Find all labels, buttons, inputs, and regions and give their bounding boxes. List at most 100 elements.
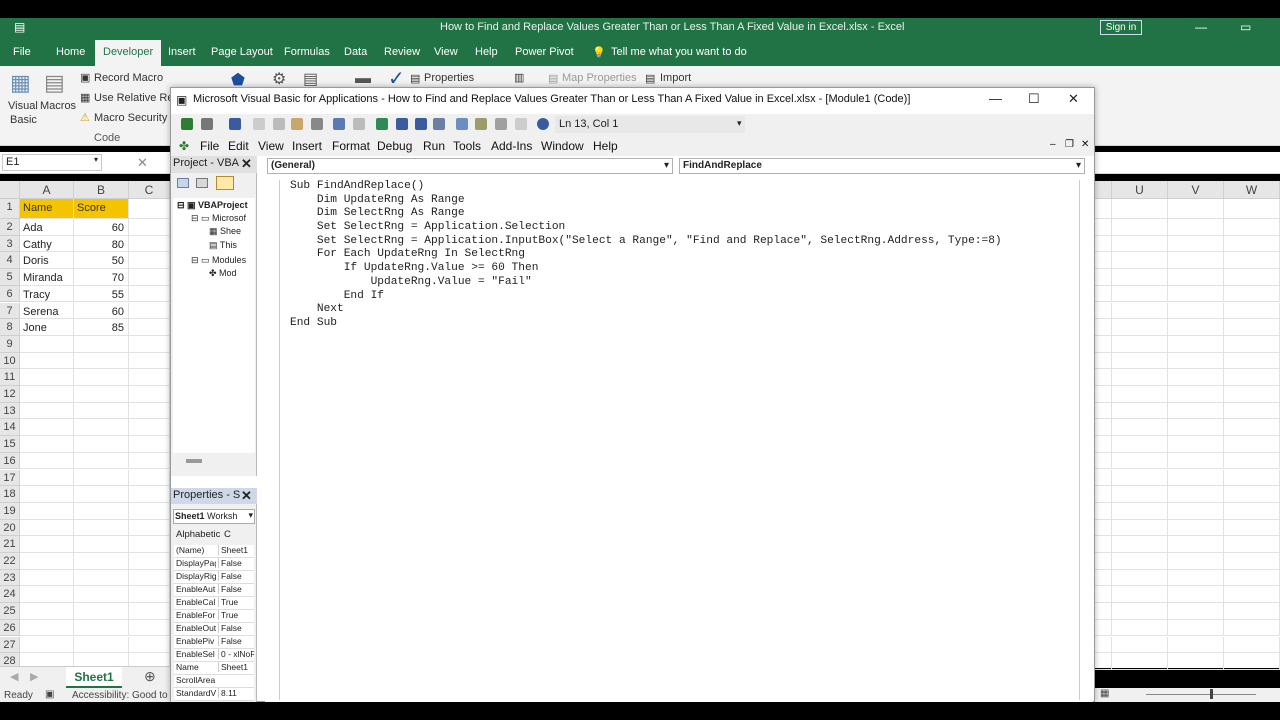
cell-b2[interactable]: 60 bbox=[74, 219, 129, 236]
tree-item-microsoft-objects[interactable]: ⊟ ▭ Microsof bbox=[191, 213, 246, 224]
cell-c12[interactable] bbox=[129, 386, 170, 403]
grid-cell[interactable] bbox=[1224, 519, 1280, 537]
property-value[interactable]: False bbox=[218, 623, 254, 633]
row-header[interactable]: 4 bbox=[0, 252, 20, 270]
cell-a18[interactable] bbox=[20, 486, 74, 503]
cell-a24[interactable] bbox=[20, 586, 74, 604]
grid-cell[interactable] bbox=[1094, 352, 1112, 370]
status-accessibility[interactable]: Accessibility: Good to bbox=[72, 690, 168, 701]
grid-cell[interactable] bbox=[1224, 569, 1280, 587]
cell-a10[interactable] bbox=[20, 352, 74, 370]
tab-page-layout[interactable]: Page Layout bbox=[211, 46, 273, 58]
row-header[interactable]: 27 bbox=[0, 636, 20, 654]
grid-cell[interactable] bbox=[1094, 452, 1112, 470]
cell-a27[interactable] bbox=[20, 636, 74, 654]
grid-cell[interactable] bbox=[1094, 302, 1112, 320]
grid-cell[interactable] bbox=[1094, 502, 1112, 520]
maximize-icon[interactable]: ☐ bbox=[1028, 91, 1040, 107]
grid-cell[interactable] bbox=[1224, 285, 1280, 303]
grid-cell[interactable] bbox=[1224, 269, 1280, 286]
grid-cell[interactable] bbox=[1094, 269, 1112, 286]
grid-cell[interactable] bbox=[1168, 619, 1224, 637]
column-header-b[interactable]: B bbox=[74, 181, 129, 199]
toolbox-icon[interactable] bbox=[515, 118, 527, 130]
chevron-down-icon[interactable]: ▾ bbox=[94, 155, 98, 164]
grid-cell[interactable] bbox=[1094, 386, 1112, 403]
cell-a1[interactable]: Name bbox=[20, 199, 74, 219]
save-icon[interactable] bbox=[229, 118, 241, 130]
grid-cell[interactable] bbox=[1112, 502, 1168, 520]
cell-b22[interactable] bbox=[74, 553, 129, 570]
grid-cell[interactable] bbox=[1112, 586, 1168, 604]
cell-b27[interactable] bbox=[74, 636, 129, 654]
grid-cell[interactable] bbox=[1168, 636, 1224, 654]
row-header[interactable]: 25 bbox=[0, 603, 20, 620]
tell-me-search[interactable]: Tell me what you want to do bbox=[611, 46, 747, 58]
cell-b18[interactable] bbox=[74, 486, 129, 503]
cell-b7[interactable]: 60 bbox=[74, 302, 129, 320]
cell-b21[interactable] bbox=[74, 536, 129, 553]
grid-cell[interactable] bbox=[1168, 386, 1224, 403]
grid-cell[interactable] bbox=[1224, 369, 1280, 386]
sign-in-button[interactable]: Sign in bbox=[1100, 20, 1142, 35]
grid-cell[interactable] bbox=[1112, 519, 1168, 537]
tree-item-vbaproject[interactable]: ⊟ ▣ VBAProject bbox=[177, 200, 248, 211]
cell-a26[interactable] bbox=[20, 619, 74, 637]
chevron-down-icon[interactable]: ▾ bbox=[664, 160, 669, 171]
property-value[interactable]: False bbox=[218, 571, 254, 581]
grid-cell[interactable] bbox=[1112, 569, 1168, 587]
minimize-icon[interactable]: — bbox=[1195, 20, 1207, 34]
cell-c25[interactable] bbox=[129, 603, 170, 620]
cell-a9[interactable] bbox=[20, 335, 74, 353]
object-browser-icon[interactable] bbox=[495, 118, 507, 130]
child-restore-icon[interactable]: ❐ bbox=[1065, 139, 1074, 150]
paste-icon[interactable] bbox=[291, 118, 303, 130]
property-row[interactable]: EnableSel 0 - xlNoR bbox=[174, 649, 254, 662]
grid-cell[interactable] bbox=[1094, 199, 1112, 219]
visual-basic-label[interactable]: Visual bbox=[8, 100, 38, 112]
cell-a11[interactable] bbox=[20, 369, 74, 386]
com-addins-icon[interactable]: ▤ bbox=[303, 69, 318, 89]
property-value[interactable]: 0 - xlNoR bbox=[218, 649, 254, 659]
row-header[interactable]: 11 bbox=[0, 369, 20, 386]
grid-cell[interactable] bbox=[1112, 653, 1168, 670]
cell-a8[interactable]: Jone bbox=[20, 319, 74, 336]
code-line[interactable]: Dim UpdateRng As Range bbox=[290, 194, 1079, 208]
cell-c4[interactable] bbox=[129, 252, 170, 270]
cell-a12[interactable] bbox=[20, 386, 74, 403]
cell-c1[interactable] bbox=[129, 199, 170, 219]
cell-c14[interactable] bbox=[129, 419, 170, 437]
cell-b17[interactable] bbox=[74, 469, 129, 487]
visual-basic-label-2[interactable]: Basic bbox=[10, 114, 37, 126]
grid-cell[interactable] bbox=[1112, 386, 1168, 403]
property-row[interactable]: EnableFor True bbox=[174, 610, 254, 623]
cell-b14[interactable] bbox=[74, 419, 129, 437]
grid-cell[interactable] bbox=[1094, 436, 1112, 453]
quick-access-icon[interactable]: ▤ bbox=[14, 20, 25, 34]
row-header[interactable]: 24 bbox=[0, 586, 20, 604]
grid-cell[interactable] bbox=[1112, 235, 1168, 253]
view-object-icon[interactable] bbox=[196, 178, 208, 188]
grid-cell[interactable] bbox=[1112, 352, 1168, 370]
design-mode-icon[interactable] bbox=[433, 118, 445, 130]
grid-cell[interactable] bbox=[1168, 352, 1224, 370]
grid-cell[interactable] bbox=[1168, 469, 1224, 487]
code-line[interactable]: Next bbox=[290, 303, 1079, 317]
reset-icon[interactable] bbox=[415, 118, 427, 130]
macro-security-button[interactable]: Macro Security bbox=[94, 112, 167, 124]
grid-cell[interactable] bbox=[1168, 419, 1224, 437]
grid-cell[interactable] bbox=[1168, 402, 1224, 420]
cell-a25[interactable] bbox=[20, 603, 74, 620]
grid-cell[interactable] bbox=[1094, 619, 1112, 637]
row-header[interactable]: 9 bbox=[0, 335, 20, 353]
grid-cell[interactable] bbox=[1224, 486, 1280, 503]
cell-c22[interactable] bbox=[129, 553, 170, 570]
grid-cell[interactable] bbox=[1224, 469, 1280, 487]
tree-item-module1[interactable]: ✤ Mod bbox=[209, 268, 237, 279]
grid-cell[interactable] bbox=[1224, 619, 1280, 637]
cancel-icon[interactable]: ✕ bbox=[137, 155, 148, 171]
menu-insert[interactable]: Insert bbox=[292, 139, 322, 153]
property-value[interactable]: True bbox=[218, 610, 254, 620]
grid-cell[interactable] bbox=[1224, 199, 1280, 219]
grid-cell[interactable] bbox=[1168, 285, 1224, 303]
